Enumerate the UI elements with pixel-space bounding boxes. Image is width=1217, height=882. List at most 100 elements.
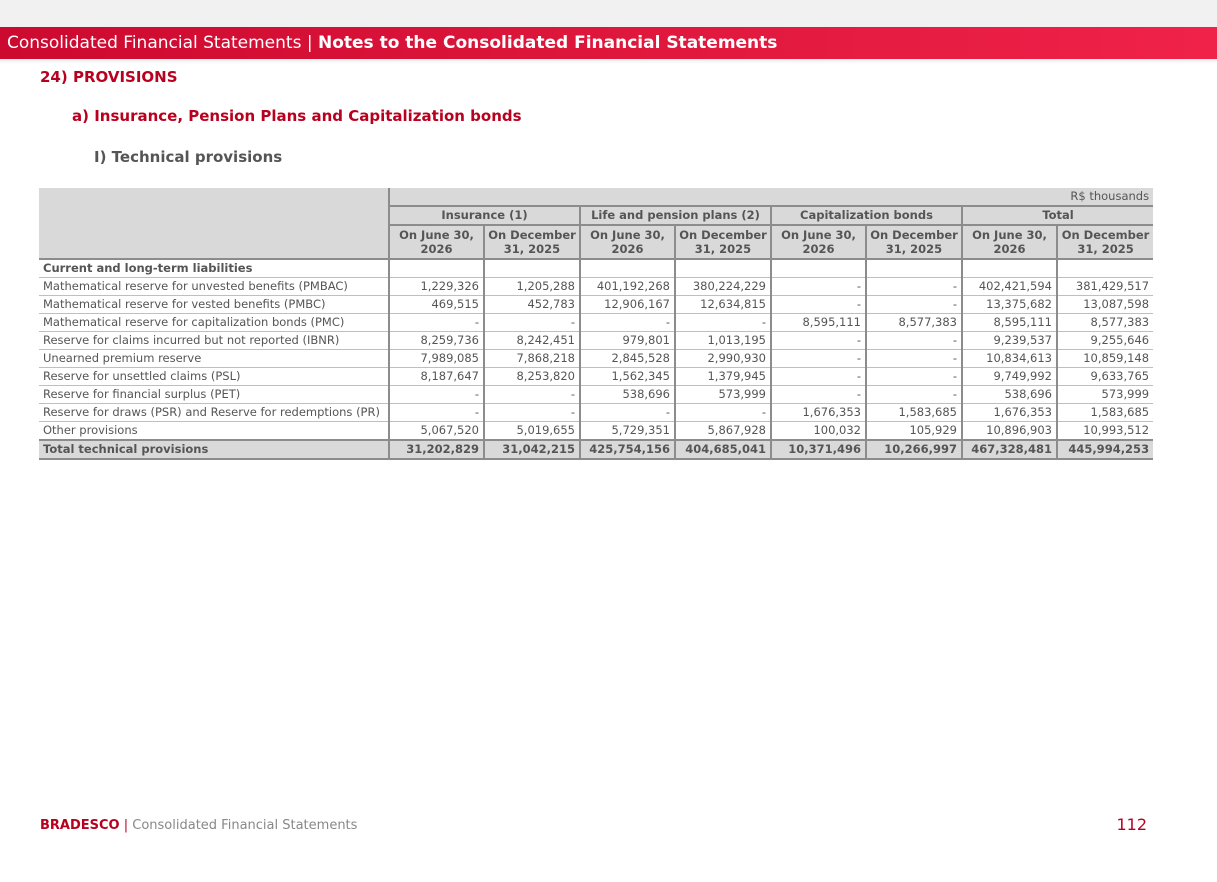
- cell: 8,242,451: [483, 331, 580, 350]
- cell: 10,859,148: [1055, 349, 1154, 368]
- cell: -: [865, 277, 962, 296]
- total-row: Total technical provisions 31,202,829 31…: [39, 439, 1154, 460]
- table-row: Reserve for unsettled claims (PSL) 8,187…: [39, 367, 1154, 386]
- table-row: Other provisions 5,067,520 5,019,655 5,7…: [39, 421, 1154, 441]
- cell: 1,583,685: [1055, 403, 1154, 422]
- column-header: On June 30, 2026: [579, 225, 675, 259]
- cell: 7,989,085: [388, 349, 484, 368]
- section-heading: 24) PROVISIONS: [40, 68, 178, 86]
- column-header: On December 31, 2025: [483, 225, 580, 259]
- column-header: On June 30, 2026: [961, 225, 1057, 259]
- group-header-insurance: Insurance (1): [388, 206, 580, 226]
- cell: 8,595,111: [770, 313, 866, 332]
- cell: -: [674, 313, 771, 332]
- cell: 5,729,351: [579, 421, 675, 441]
- cell: -: [865, 385, 962, 404]
- banner-subtitle: Notes to the Consolidated Financial Stat…: [317, 33, 778, 53]
- cell: 13,087,598: [1055, 295, 1154, 314]
- cell: 7,868,218: [483, 349, 580, 368]
- cell: -: [579, 403, 675, 422]
- group-header-life-pension: Life and pension plans (2): [579, 206, 771, 226]
- group-header-capitalization: Capitalization bonds: [770, 206, 962, 226]
- row-label: Reserve for unsettled claims (PSL): [39, 367, 389, 386]
- cell: -: [865, 331, 962, 350]
- cell: 469,515: [388, 295, 484, 314]
- cell: 10,896,903: [961, 421, 1057, 441]
- total-label: Total technical provisions: [39, 439, 389, 460]
- row-label: Mathematical reserve for vested benefits…: [39, 295, 389, 314]
- cell: 5,019,655: [483, 421, 580, 441]
- technical-provisions-table: R$ thousands Insurance (1) Life and pens…: [39, 188, 1154, 460]
- cell: 1,562,345: [579, 367, 675, 386]
- cell: -: [483, 385, 580, 404]
- cell: 5,067,520: [388, 421, 484, 441]
- cell: 573,999: [674, 385, 771, 404]
- cell: 100,032: [770, 421, 866, 441]
- cell: -: [865, 295, 962, 314]
- cell: -: [388, 385, 484, 404]
- column-header: On December 31, 2025: [865, 225, 962, 259]
- cell: -: [865, 349, 962, 368]
- cell: -: [865, 367, 962, 386]
- banner-title: Consolidated Financial Statements |: [7, 33, 318, 53]
- table-row: Mathematical reserve for vested benefits…: [39, 295, 1154, 314]
- footer-separator: |: [119, 818, 133, 833]
- cell: 9,239,537: [961, 331, 1057, 350]
- cell: -: [770, 385, 866, 404]
- group-header-total: Total: [960, 206, 1154, 226]
- row-label: Reserve for financial surplus (PET): [39, 385, 389, 404]
- cell: -: [579, 313, 675, 332]
- cell: 105,929: [865, 421, 962, 441]
- cell: -: [770, 277, 866, 296]
- cell: 381,429,517: [1055, 277, 1154, 296]
- cell: 452,783: [483, 295, 580, 314]
- cell: 8,259,736: [388, 331, 484, 350]
- total-cell: 31,042,215: [483, 439, 580, 460]
- table-row: Unearned premium reserve 7,989,085 7,868…: [39, 349, 1154, 368]
- cell: 401,192,268: [579, 277, 675, 296]
- top-band: [0, 0, 1217, 27]
- cell: 12,906,167: [579, 295, 675, 314]
- cell: 402,421,594: [961, 277, 1057, 296]
- total-cell: 10,371,496: [770, 439, 866, 460]
- cell: -: [388, 313, 484, 332]
- footer: BRADESCO | Consolidated Financial Statem…: [40, 818, 357, 833]
- total-cell: 10,266,997: [865, 439, 962, 460]
- cell: -: [674, 403, 771, 422]
- cell: 8,187,647: [388, 367, 484, 386]
- row-label: Mathematical reserve for unvested benefi…: [39, 277, 389, 296]
- cell: 8,595,111: [961, 313, 1057, 332]
- column-header: On June 30, 2026: [388, 225, 484, 259]
- section-label: Current and long-term liabilities: [39, 258, 389, 278]
- cell: 9,633,765: [1055, 367, 1154, 386]
- cell: 8,253,820: [483, 367, 580, 386]
- total-cell: 31,202,829: [388, 439, 484, 460]
- total-cell: 425,754,156: [579, 439, 675, 460]
- total-cell: 467,328,481: [961, 439, 1057, 460]
- cell: 380,224,229: [674, 277, 771, 296]
- header-corner: [39, 188, 389, 259]
- cell: 10,993,512: [1055, 421, 1154, 441]
- section-row: Current and long-term liabilities: [39, 258, 1154, 278]
- cell: 1,229,326: [388, 277, 484, 296]
- total-cell: 445,994,253: [1055, 439, 1154, 460]
- page-banner: Consolidated Financial Statements | Note…: [0, 27, 1217, 59]
- cell: 538,696: [579, 385, 675, 404]
- banner-shadow: [0, 59, 1217, 64]
- column-header: On December 31, 2025: [674, 225, 771, 259]
- table-row: Reserve for claims incurred but not repo…: [39, 331, 1154, 350]
- row-label: Reserve for claims incurred but not repo…: [39, 331, 389, 350]
- cell: 5,867,928: [674, 421, 771, 441]
- cell: -: [770, 295, 866, 314]
- total-cell: 404,685,041: [674, 439, 771, 460]
- cell: 538,696: [961, 385, 1057, 404]
- cell: 2,990,930: [674, 349, 771, 368]
- row-label: Unearned premium reserve: [39, 349, 389, 368]
- table-row: Mathematical reserve for capitalization …: [39, 313, 1154, 332]
- footer-text: Consolidated Financial Statements: [132, 818, 358, 833]
- cell: 2,845,528: [579, 349, 675, 368]
- cell: 9,749,992: [961, 367, 1057, 386]
- units-label: R$ thousands: [387, 188, 1154, 207]
- cell: -: [770, 331, 866, 350]
- cell: -: [770, 367, 866, 386]
